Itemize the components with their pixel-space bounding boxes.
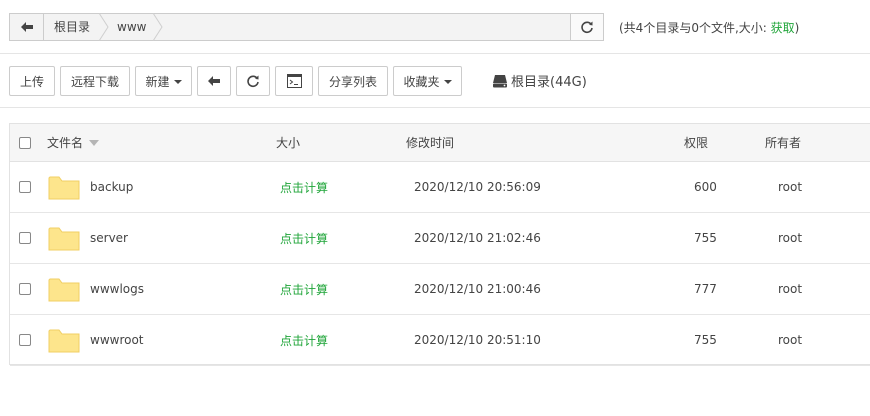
upload-label: 上传 bbox=[19, 74, 44, 89]
path-refresh-button[interactable] bbox=[570, 14, 603, 40]
header-size[interactable]: 大小 bbox=[276, 124, 300, 161]
header-name-label: 文件名 bbox=[47, 136, 84, 150]
header-owner-label: 所有者 bbox=[765, 136, 802, 150]
header-mtime[interactable]: 修改时间 bbox=[406, 124, 454, 161]
path-bar: 根目录 www bbox=[9, 13, 604, 41]
folder-icon bbox=[48, 264, 80, 314]
row-checkbox[interactable] bbox=[19, 162, 31, 212]
row-checkbox[interactable] bbox=[19, 264, 31, 314]
header-size-label: 大小 bbox=[276, 136, 301, 150]
arrow-left-icon bbox=[20, 22, 33, 32]
row-checkbox[interactable] bbox=[19, 213, 31, 263]
owner[interactable]: root bbox=[778, 213, 802, 263]
header-owner[interactable]: 所有者 bbox=[765, 124, 801, 161]
header-name[interactable]: 文件名 bbox=[47, 124, 100, 161]
favorites-label: 收藏夹 bbox=[403, 74, 440, 89]
permission[interactable]: 600 bbox=[694, 162, 717, 212]
row-checkbox[interactable] bbox=[19, 315, 31, 365]
file-name[interactable]: server bbox=[90, 213, 128, 263]
owner[interactable]: root bbox=[778, 315, 802, 365]
table-header: 文件名 大小 修改时间 权限 所有者 bbox=[10, 124, 870, 162]
arrow-left-icon bbox=[208, 76, 220, 86]
calc-size-link[interactable]: 点击计算 bbox=[280, 264, 328, 314]
permission[interactable]: 755 bbox=[694, 315, 717, 365]
select-all-checkbox[interactable] bbox=[19, 124, 31, 161]
summary-close: ) bbox=[794, 21, 800, 35]
disk-selector[interactable]: 根目录(44G) bbox=[492, 71, 587, 90]
header-perm-label: 权限 bbox=[684, 136, 709, 150]
table-row[interactable]: server 点击计算 2020/12/10 21:02:46 755 root bbox=[10, 213, 870, 264]
divider bbox=[0, 107, 870, 108]
refresh-button[interactable] bbox=[236, 66, 270, 96]
folder-icon bbox=[48, 213, 80, 263]
owner[interactable]: root bbox=[778, 264, 802, 314]
file-name[interactable]: wwwroot bbox=[90, 315, 144, 365]
table-row[interactable]: wwwroot 点击计算 2020/12/10 20:51:10 755 roo… bbox=[10, 315, 870, 366]
file-name[interactable]: wwwlogs bbox=[90, 264, 144, 314]
new-dropdown-button[interactable]: 新建 bbox=[135, 66, 192, 96]
remote-download-label: 远程下载 bbox=[70, 74, 119, 89]
remote-download-button[interactable]: 远程下载 bbox=[60, 66, 130, 96]
caret-down-icon bbox=[443, 80, 452, 84]
back-button[interactable] bbox=[197, 66, 231, 96]
modified-time: 2020/12/10 20:56:09 bbox=[414, 180, 541, 194]
terminal-button[interactable] bbox=[275, 66, 313, 96]
share-list-button[interactable]: 分享列表 bbox=[318, 66, 388, 96]
table-row[interactable]: backup 点击计算 2020/12/10 20:56:09 600 root bbox=[10, 162, 870, 213]
caret-down-icon bbox=[173, 80, 182, 84]
directory-summary: (共4个目录与0个文件,大小: 获取) bbox=[619, 19, 799, 36]
share-list-label: 分享列表 bbox=[328, 74, 377, 89]
breadcrumb-separator bbox=[152, 13, 163, 41]
get-size-link[interactable]: 获取 bbox=[771, 21, 795, 35]
new-label: 新建 bbox=[145, 74, 170, 89]
divider bbox=[0, 53, 870, 54]
breadcrumb-separator bbox=[98, 13, 109, 41]
summary-text: (共4个目录与0个文件,大小: bbox=[619, 21, 771, 35]
folder-icon bbox=[48, 162, 80, 212]
modified-time: 2020/12/10 21:02:46 bbox=[414, 231, 541, 245]
owner[interactable]: root bbox=[778, 162, 802, 212]
upload-button[interactable]: 上传 bbox=[9, 66, 55, 96]
file-table: 文件名 大小 修改时间 权限 所有者 backup 点击计算 2020/12/1… bbox=[9, 123, 870, 366]
header-mtime-label: 修改时间 bbox=[406, 136, 455, 150]
disk-label: 根目录(44G) bbox=[511, 75, 587, 90]
calc-size-link[interactable]: 点击计算 bbox=[280, 315, 328, 365]
calc-size-link[interactable]: 点击计算 bbox=[280, 162, 328, 212]
favorites-dropdown-button[interactable]: 收藏夹 bbox=[393, 66, 462, 96]
permission[interactable]: 777 bbox=[694, 264, 717, 314]
path-back-button[interactable] bbox=[10, 14, 44, 40]
breadcrumb-www[interactable]: www bbox=[117, 14, 146, 40]
refresh-icon bbox=[581, 21, 593, 34]
folder-icon bbox=[48, 315, 80, 365]
refresh-icon bbox=[247, 75, 259, 88]
terminal-icon bbox=[286, 74, 302, 88]
file-name[interactable]: backup bbox=[90, 162, 133, 212]
sort-desc-icon[interactable] bbox=[89, 139, 100, 146]
breadcrumb-root[interactable]: 根目录 bbox=[54, 14, 90, 40]
permission[interactable]: 755 bbox=[694, 213, 717, 263]
modified-time: 2020/12/10 20:51:10 bbox=[414, 333, 541, 347]
modified-time: 2020/12/10 21:00:46 bbox=[414, 282, 541, 296]
table-row[interactable]: wwwlogs 点击计算 2020/12/10 21:00:46 777 roo… bbox=[10, 264, 870, 315]
calc-size-link[interactable]: 点击计算 bbox=[280, 213, 328, 263]
header-permission[interactable]: 权限 bbox=[684, 124, 708, 161]
hard-drive-icon bbox=[493, 74, 507, 87]
